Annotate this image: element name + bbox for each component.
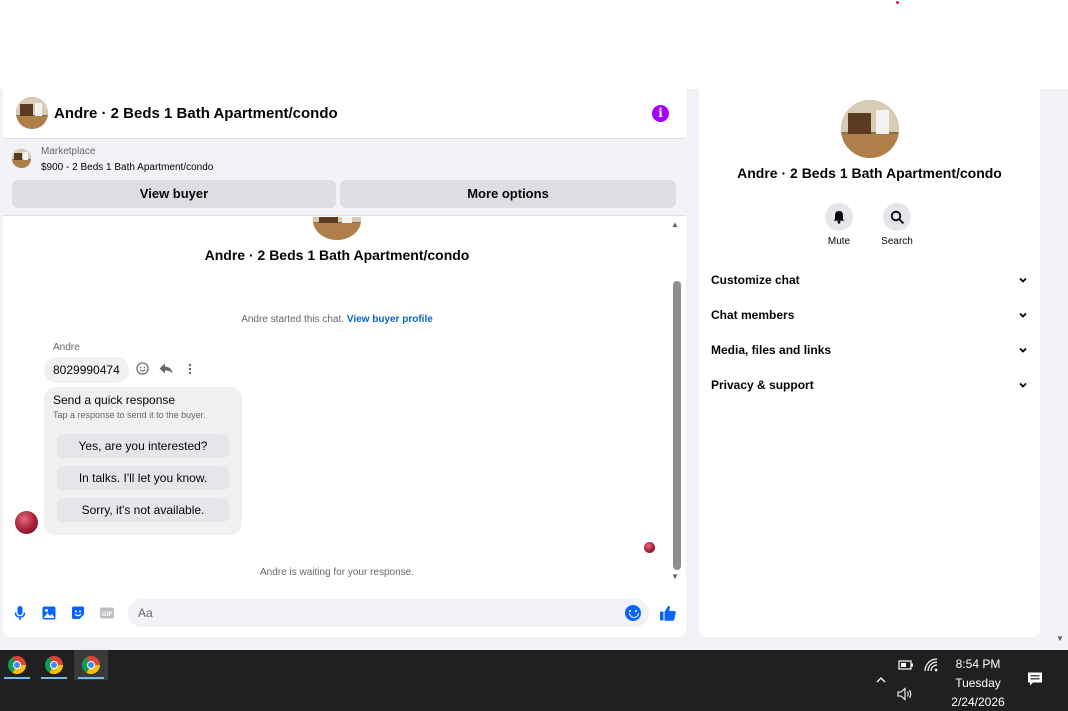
react-icon[interactable] [135,362,149,379]
media-files-links-section[interactable]: Media, files and links [711,340,1029,362]
conversation-avatar [313,217,361,240]
browser-top-area [0,0,1068,89]
section-label: Privacy & support [711,378,814,392]
composer-bar: GIF [3,596,686,632]
marketplace-label: Marketplace [41,146,96,157]
more-icon[interactable] [183,363,197,379]
scroll-up-arrow[interactable]: ▲ [671,220,679,229]
svg-text:GIF: GIF [102,611,113,618]
sticker-icon[interactable] [70,605,86,621]
scrollbar-thumb[interactable] [673,281,681,570]
bell-icon [833,211,845,224]
listing-avatar[interactable] [16,97,48,129]
battery-icon[interactable] [898,659,914,671]
chevron-up-icon[interactable] [875,674,887,686]
message-list[interactable]: Andre · 2 Beds 1 Bath Apartment/condo An… [3,217,686,583]
sender-name: Andre [53,342,80,353]
like-icon[interactable] [659,604,677,622]
waiting-notice: Andre is waiting for your response. [260,567,414,578]
chat-started-text: Andre started this chat. [241,314,345,325]
info-icon[interactable]: i [652,105,669,122]
listing-summary[interactable]: $900 - 2 Beds 1 Bath Apartment/condo [41,162,213,173]
view-buyer-profile-link[interactable]: View buyer profile [347,314,433,325]
section-label: Chat members [711,308,795,322]
details-title: Andre · 2 Beds 1 Bath Apartment/condo [737,165,1002,181]
message-bubble[interactable]: 8029990474 [44,357,129,383]
system-clock[interactable]: 8:54 PM Tuesday 2/24/2026 [940,655,1016,711]
notification-center-icon[interactable] [1027,671,1043,687]
chrome-taskbar-button[interactable] [37,650,71,680]
page-scroll-down-arrow[interactable]: ▼ [1056,634,1064,643]
mute-label: Mute [827,236,851,247]
quick-response-button[interactable]: Sorry, it's not available. [57,498,229,522]
search-label: Search [881,236,913,247]
chat-members-section[interactable]: Chat members [711,305,1029,327]
chat-title[interactable]: Andre · 2 Beds 1 Bath Apartment/condo [54,105,338,122]
details-avatar [841,100,899,158]
search-button[interactable]: Search [867,203,927,247]
chrome-icon [45,656,63,674]
chevron-down-icon [1019,382,1027,388]
chrome-icon [82,656,100,674]
volume-icon[interactable] [897,687,913,701]
chevron-down-icon [1019,312,1027,318]
chat-header: Andre · 2 Beds 1 Bath Apartment/condo i [3,89,686,139]
section-label: Media, files and links [711,343,832,357]
chat-panel: Andre · 2 Beds 1 Bath Apartment/condo i … [3,89,686,637]
section-label: Customize chat [711,273,800,287]
taskbar: 8:54 PM Tuesday 2/24/2026 [0,650,1068,711]
scroll-down-arrow[interactable]: ▼ [671,572,679,581]
clock-date: 2/24/2026 [951,695,1005,709]
details-panel: Andre · 2 Beds 1 Bath Apartment/condo Mu… [699,89,1040,637]
customize-chat-section[interactable]: Customize chat [711,270,1029,292]
quick-response-button[interactable]: In talks. I'll let you know. [57,466,229,490]
chrome-taskbar-button[interactable] [74,650,108,680]
clock-day: Tuesday [955,676,1001,690]
message-actions [135,362,197,379]
search-icon [890,210,904,224]
view-buyer-button[interactable]: View buyer [12,180,336,208]
network-icon[interactable] [924,658,938,672]
photo-icon[interactable] [41,605,57,621]
conversation-title: Andre · 2 Beds 1 Bath Apartment/condo [204,247,470,263]
chrome-taskbar-button[interactable] [0,650,34,680]
more-options-button[interactable]: More options [340,180,676,208]
quick-response-subtitle: Tap a response to send it to the buyer. [53,410,206,420]
chrome-icon [8,656,26,674]
chevron-down-icon [1019,277,1027,283]
microphone-icon[interactable] [12,605,28,621]
quick-response-card: Send a quick response Tap a response to … [44,387,242,535]
clock-time: 8:54 PM [955,657,1001,671]
message-input[interactable] [138,604,618,622]
marketplace-banner: Marketplace $900 - 2 Beds 1 Bath Apartme… [3,139,686,216]
gif-icon[interactable]: GIF [99,605,115,621]
chat-started-notice: Andre started this chat. View buyer prof… [3,314,671,325]
quick-response-button[interactable]: Yes, are you interested? [57,434,229,458]
quick-response-title: Send a quick response [53,393,176,407]
reply-icon[interactable] [159,362,173,379]
emoji-icon[interactable] [625,605,641,621]
notification-dot [896,1,899,4]
buyer-avatar[interactable] [15,511,38,534]
chevron-down-icon [1019,347,1027,353]
listing-thumbnail[interactable] [12,149,31,168]
mute-button[interactable]: Mute [809,203,869,247]
message-input-wrapper [128,599,649,627]
seen-indicator-avatar [644,542,655,553]
privacy-support-section[interactable]: Privacy & support [711,375,1029,397]
